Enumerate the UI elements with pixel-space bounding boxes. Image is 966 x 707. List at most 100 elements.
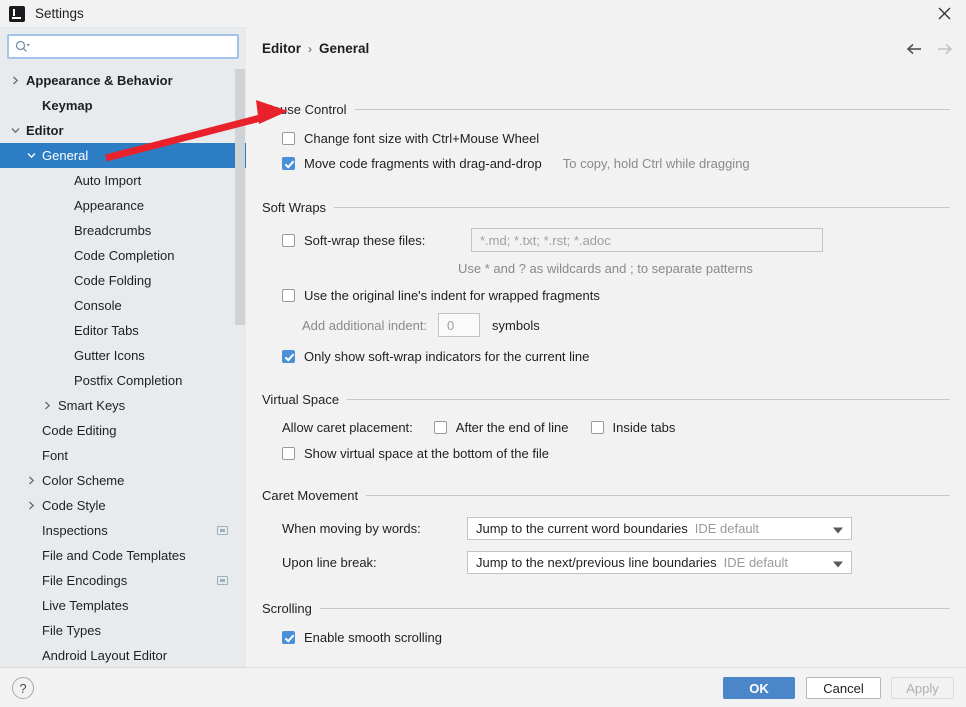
sidebar-item-label: Code Style xyxy=(42,498,106,513)
upon-line-break-row: Upon line break: Jump to the next/previo… xyxy=(247,551,966,574)
section-caret-movement-header: Caret Movement xyxy=(247,488,966,503)
sidebar-item-code-folding[interactable]: Code Folding xyxy=(0,268,246,293)
chevron-right-icon[interactable] xyxy=(24,474,38,488)
inside-tabs-checkbox[interactable] xyxy=(590,421,604,434)
sidebar-item-file-encodings[interactable]: File Encodings xyxy=(0,568,246,593)
sidebar-item-code-style[interactable]: Code Style xyxy=(0,493,246,518)
close-icon[interactable] xyxy=(922,0,966,27)
sidebar-item-android-layout-editor[interactable]: Android Layout Editor xyxy=(0,643,246,667)
wildcard-hint-row: Use * and ? as wildcards and ; to separa… xyxy=(247,261,966,276)
sidebar-item-console[interactable]: Console xyxy=(0,293,246,318)
sidebar-item-smart-keys[interactable]: Smart Keys xyxy=(0,393,246,418)
sidebar-item-code-editing[interactable]: Code Editing xyxy=(0,418,246,443)
sidebar-item-color-scheme[interactable]: Color Scheme xyxy=(0,468,246,493)
sidebar-item-label: Inspections xyxy=(42,523,108,538)
sidebar-item-label: File and Code Templates xyxy=(42,548,186,563)
sidebar-item-breadcrumbs[interactable]: Breadcrumbs xyxy=(0,218,246,243)
ok-button[interactable]: OK xyxy=(723,677,795,699)
intellij-idea-logo-icon xyxy=(9,5,25,22)
apply-button: Apply xyxy=(891,677,954,699)
sidebar-scrollbar-thumb[interactable] xyxy=(235,69,245,325)
chevron-down-icon[interactable] xyxy=(8,124,22,138)
sidebar-item-auto-import[interactable]: Auto Import xyxy=(0,168,246,193)
search-container xyxy=(0,27,246,59)
sidebar-item-general[interactable]: General xyxy=(0,143,246,168)
soft-wrap-files-label: Soft-wrap these files: xyxy=(304,232,426,248)
enable-smooth-scrolling-checkbox[interactable] xyxy=(282,631,295,644)
sidebar-item-label: Breadcrumbs xyxy=(74,223,152,238)
window-title: Settings xyxy=(35,6,84,21)
additional-indent-input[interactable]: 0 xyxy=(438,313,481,337)
chevron-right-icon[interactable] xyxy=(24,499,38,513)
sidebar-scrollbar-track[interactable] xyxy=(234,27,246,667)
change-font-size-checkbox[interactable] xyxy=(282,132,295,145)
additional-indent-unit: symbols xyxy=(492,317,540,333)
when-moving-by-words-label: When moving by words: xyxy=(282,521,421,536)
sidebar-item-appearance-behavior[interactable]: Appearance & Behavior xyxy=(0,68,246,93)
help-icon[interactable]: ? xyxy=(12,677,34,699)
sidebar-item-gutter-icons[interactable]: Gutter Icons xyxy=(0,343,246,368)
sidebar-item-label: File Types xyxy=(42,623,102,638)
additional-indent-row[interactable]: Add additional indent: 0 symbols xyxy=(247,313,966,337)
sidebar-item-keymap[interactable]: Keymap xyxy=(0,93,246,118)
original-indent-row[interactable]: Use the original line's indent for wrapp… xyxy=(247,288,966,303)
when-moving-by-words-dropdown[interactable]: Jump to the current word boundaries IDE … xyxy=(467,517,852,540)
cancel-button[interactable]: Cancel xyxy=(806,677,881,699)
sidebar-item-file-and-code-templates[interactable]: File and Code Templates xyxy=(0,543,246,568)
allow-caret-placement-row: Allow caret placement: After the end of … xyxy=(247,420,966,435)
settings-tree: Appearance & Behavior Keymap Editor General… xyxy=(0,68,246,667)
dialog-footer: ? OK Cancel Apply xyxy=(0,667,966,707)
change-font-size-row[interactable]: Change font size with Ctrl+Mouse Wheel xyxy=(247,131,966,146)
sidebar-item-label: Code Completion xyxy=(74,248,175,263)
search-box[interactable] xyxy=(7,34,239,59)
sidebar-item-label: Appearance & Behavior xyxy=(26,73,173,88)
sidebar-item-file-types[interactable]: File Types xyxy=(0,618,246,643)
only-show-indicators-checkbox[interactable] xyxy=(282,350,295,363)
original-indent-checkbox[interactable] xyxy=(282,289,295,302)
sidebar-item-font[interactable]: Font xyxy=(0,443,246,468)
move-code-fragments-checkbox[interactable] xyxy=(282,157,295,170)
soft-wrap-files-input[interactable]: *.md; *.txt; *.rst; *.adoc xyxy=(471,228,823,252)
sidebar-item-label: General xyxy=(42,148,89,163)
after-end-of-line-checkbox[interactable] xyxy=(433,421,447,434)
move-code-fragments-row[interactable]: Move code fragments with drag-and-drop T… xyxy=(247,156,966,171)
soft-wrap-files-row[interactable]: Soft-wrap these files: *.md; *.txt; *.rs… xyxy=(247,228,966,252)
search-input[interactable] xyxy=(30,36,237,57)
section-mouse-control-header: Mouse Control xyxy=(247,102,966,117)
after-end-of-line-label: After the end of line xyxy=(455,420,569,435)
sidebar-item-label: Android Layout Editor xyxy=(42,648,168,663)
sidebar-item-label: Code Folding xyxy=(74,273,152,288)
upon-line-break-dropdown[interactable]: Jump to the next/previous line boundarie… xyxy=(467,551,852,574)
show-virtual-space-row[interactable]: Show virtual space at the bottom of the … xyxy=(247,446,966,461)
dropdown-value: Jump to the next/previous line boundarie… xyxy=(476,555,717,570)
enable-smooth-scrolling-row[interactable]: Enable smooth scrolling xyxy=(247,630,966,645)
dropdown-suffix: IDE default xyxy=(694,521,760,536)
only-show-indicators-row[interactable]: Only show soft-wrap indicators for the c… xyxy=(247,349,966,364)
chevron-right-icon[interactable] xyxy=(8,74,22,88)
sidebar-item-postfix-completion[interactable]: Postfix Completion xyxy=(0,368,246,393)
chevron-right-icon[interactable] xyxy=(40,399,54,413)
project-scope-icon xyxy=(217,576,228,585)
arrow-left-icon[interactable] xyxy=(904,39,924,59)
chevron-down-icon[interactable] xyxy=(24,149,38,163)
section-title: Soft Wraps xyxy=(262,200,327,215)
close-glyph xyxy=(938,7,950,20)
chevron-down-icon xyxy=(833,521,843,536)
soft-wrap-files-checkbox[interactable] xyxy=(282,233,295,247)
sidebar-item-appearance[interactable]: Appearance xyxy=(0,193,246,218)
sidebar-item-editor[interactable]: Editor xyxy=(0,118,246,143)
show-virtual-space-checkbox[interactable] xyxy=(282,447,295,460)
sidebar-item-code-completion[interactable]: Code Completion xyxy=(0,243,246,268)
sidebar-item-inspections[interactable]: Inspections xyxy=(0,518,246,543)
wildcard-hint: Use * and ? as wildcards and ; to separa… xyxy=(458,261,753,276)
sidebar-item-live-templates[interactable]: Live Templates xyxy=(0,593,246,618)
sidebar-item-editor-tabs[interactable]: Editor Tabs xyxy=(0,318,246,343)
settings-sidebar: Appearance & Behavior Keymap Editor General… xyxy=(0,27,246,667)
section-divider xyxy=(334,207,950,208)
sidebar-item-label: Console xyxy=(74,298,122,313)
